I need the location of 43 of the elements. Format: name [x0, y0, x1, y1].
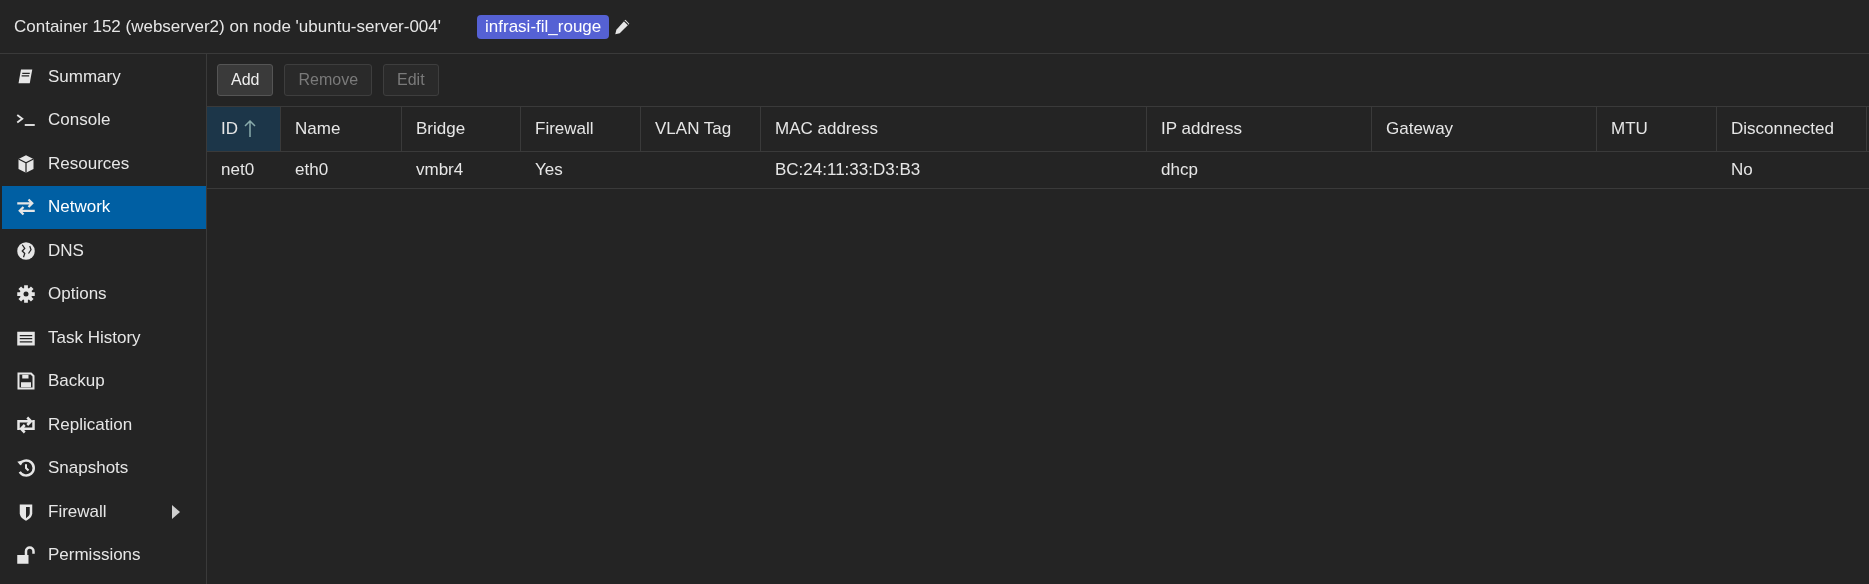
- sidebar-item[interactable]: Snapshots: [2, 446, 206, 490]
- sort-arrow-icon: [244, 120, 256, 138]
- sidebar-item[interactable]: DNS: [2, 229, 206, 273]
- table-cell: Yes: [535, 160, 563, 180]
- column-header[interactable]: MAC address: [761, 107, 1147, 151]
- column-header[interactable]: Name: [281, 107, 402, 151]
- toolbar-button[interactable]: Add: [217, 64, 274, 96]
- table-cell: vmbr4: [416, 160, 464, 180]
- window-title: Container 152 (webserver2) on node 'ubuntu-server-004': [14, 16, 442, 37]
- history-icon: [16, 458, 36, 479]
- sidebar-item[interactable]: Console: [2, 98, 206, 142]
- table-cell: dhcp: [1161, 160, 1198, 180]
- table-cell: eth0: [295, 160, 329, 180]
- tag[interactable]: infrasi-fil_rouge: [477, 14, 610, 39]
- column-header[interactable]: ID: [207, 107, 281, 151]
- sidebar-item[interactable]: Replication: [2, 403, 206, 447]
- sidebar-item[interactable]: Backup: [2, 359, 206, 403]
- globe-icon: [16, 240, 36, 261]
- sidebar-item[interactable]: Resources: [2, 142, 206, 186]
- column-header[interactable]: IP address: [1147, 107, 1372, 151]
- column-header[interactable]: Firewall: [521, 107, 641, 151]
- sidebar-item[interactable]: Firewall: [2, 490, 206, 534]
- expand-arrow-icon[interactable]: [172, 504, 180, 519]
- sidebar-item[interactable]: Permissions: [2, 533, 206, 577]
- pencil-icon[interactable]: [613, 17, 632, 36]
- sidebar-item[interactable]: Options: [2, 272, 206, 316]
- sidebar-item[interactable]: Task History: [2, 316, 206, 360]
- floppy-icon: [16, 371, 36, 392]
- column-header[interactable]: Gateway: [1372, 107, 1597, 151]
- sidebar-item[interactable]: Summary: [2, 55, 206, 99]
- column-header[interactable]: Bridge: [402, 107, 521, 151]
- sidebar-item[interactable]: Network: [2, 185, 206, 229]
- repeat-icon: [16, 414, 36, 435]
- gear-icon: [16, 284, 36, 305]
- table-cell: No: [1731, 160, 1753, 180]
- unlock-icon: [16, 545, 36, 566]
- column-header[interactable]: MTU: [1597, 107, 1717, 151]
- column-header[interactable]: Disconnected: [1717, 107, 1867, 151]
- cube-icon: [16, 153, 36, 174]
- table-cell: BC:24:11:33:D3:B3: [775, 160, 921, 180]
- column-header[interactable]: VLAN Tag: [641, 107, 761, 151]
- table-cell: net0: [221, 160, 255, 180]
- arrows-icon: [16, 197, 36, 218]
